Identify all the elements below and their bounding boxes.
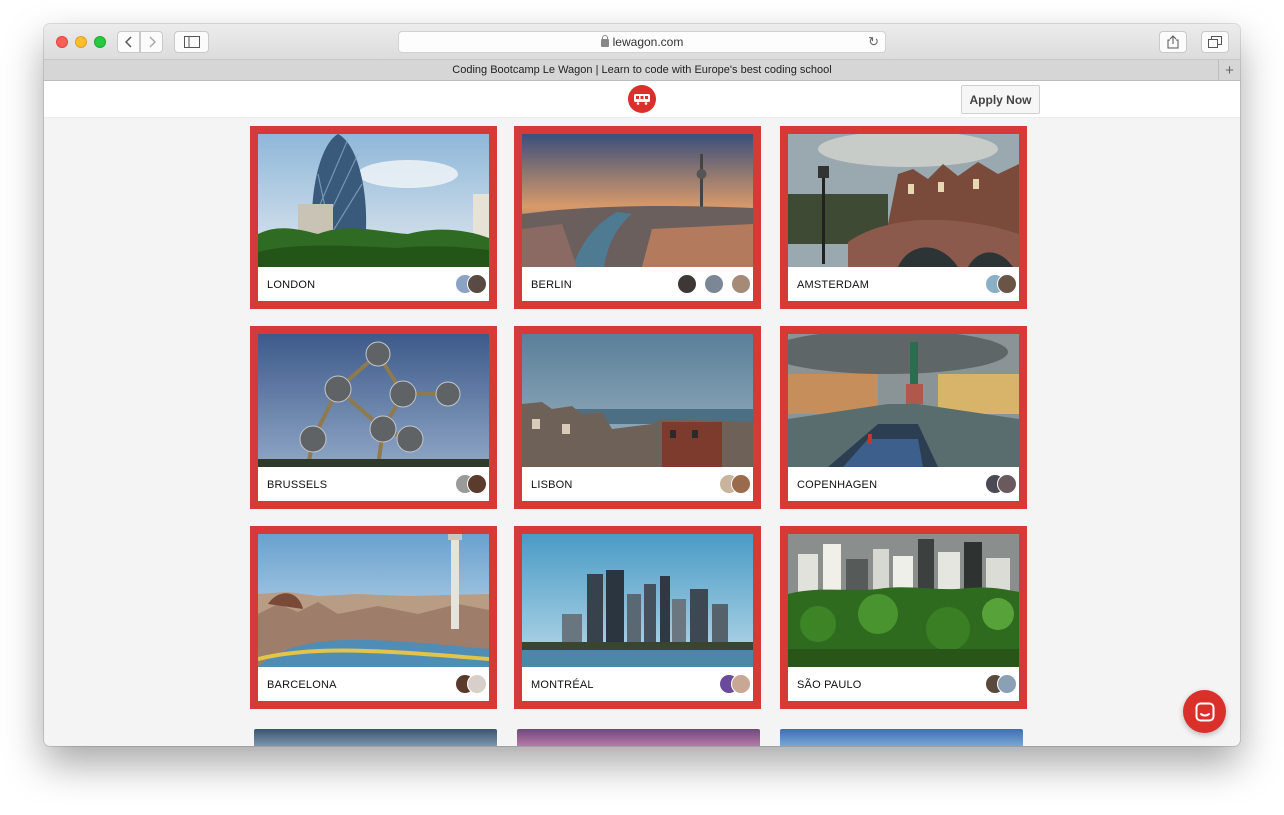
- site-navbar: Apply Now: [44, 81, 1240, 118]
- teacher-avatars: [719, 674, 751, 694]
- city-card-amsterdam[interactable]: AMSTERDAM: [780, 126, 1027, 309]
- city-name: SÃO PAULO: [797, 679, 862, 691]
- teacher-avatars: [985, 474, 1017, 494]
- url-text: lewagon.com: [612, 35, 684, 49]
- avatar: [997, 274, 1017, 294]
- browser-window: lewagon.com ↻ Coding Bootcamp Le Wagon |…: [44, 24, 1240, 746]
- city-card-brussels[interactable]: BRUSSELS: [250, 326, 497, 509]
- card-footer: LISBON: [522, 467, 753, 501]
- city-card-partial[interactable]: [780, 729, 1023, 746]
- card-footer: BARCELONA: [258, 667, 489, 701]
- card-footer: BERLIN: [522, 267, 753, 301]
- new-tab-button[interactable]: +: [1218, 60, 1240, 80]
- chevron-left-icon: [124, 36, 132, 48]
- share-button[interactable]: [1159, 31, 1187, 53]
- browser-toolbar: lewagon.com ↻: [44, 24, 1240, 60]
- city-name: BERLIN: [531, 279, 572, 291]
- avatar: [677, 274, 697, 294]
- city-photo: [522, 134, 753, 267]
- avatar: [731, 674, 751, 694]
- avatar: [731, 474, 751, 494]
- card-footer: AMSTERDAM: [788, 267, 1019, 301]
- card-footer: COPENHAGEN: [788, 467, 1019, 501]
- city-card-berlin[interactable]: BERLIN: [514, 126, 761, 309]
- card-footer: SÃO PAULO: [788, 667, 1019, 701]
- card-footer: BRUSSELS: [258, 467, 489, 501]
- chat-icon: [1195, 702, 1214, 721]
- show-tabs-button[interactable]: [1201, 31, 1229, 53]
- close-window-button[interactable]: [56, 36, 68, 48]
- city-card-montreal[interactable]: MONTRÉAL: [514, 526, 761, 709]
- teacher-avatars: [455, 674, 487, 694]
- avatar: [997, 474, 1017, 494]
- city-card-london[interactable]: LONDON: [250, 126, 497, 309]
- reload-icon[interactable]: ↻: [868, 34, 879, 50]
- avatar: [731, 274, 751, 294]
- city-photo: [788, 534, 1019, 667]
- city-photo: [788, 134, 1019, 267]
- avatar: [704, 274, 724, 294]
- city-photo: [788, 334, 1019, 467]
- apply-now-button[interactable]: Apply Now: [961, 85, 1040, 114]
- city-photo: [522, 534, 753, 667]
- avatar: [467, 474, 487, 494]
- teacher-avatars: [455, 474, 487, 494]
- zoom-window-button[interactable]: [94, 36, 106, 48]
- city-card-copenhagen[interactable]: COPENHAGEN: [780, 326, 1027, 509]
- tabs-icon: [1208, 36, 1222, 48]
- city-name: AMSTERDAM: [797, 279, 870, 291]
- city-name: BARCELONA: [267, 679, 337, 691]
- chat-launcher-button[interactable]: [1183, 690, 1226, 733]
- teacher-avatars: [719, 474, 751, 494]
- city-name: LISBON: [531, 479, 573, 491]
- card-footer: LONDON: [258, 267, 489, 301]
- city-card-lisbon[interactable]: LISBON: [514, 326, 761, 509]
- city-name: BRUSSELS: [267, 479, 328, 491]
- avatar: [997, 674, 1017, 694]
- teacher-avatars: [677, 274, 751, 294]
- city-card-sao-paulo[interactable]: SÃO PAULO: [780, 526, 1027, 709]
- le-wagon-logo[interactable]: [628, 85, 656, 113]
- share-icon: [1167, 35, 1179, 49]
- chevron-right-icon: [148, 36, 156, 48]
- tab-bar: Coding Bootcamp Le Wagon | Learn to code…: [44, 60, 1240, 81]
- city-photo: [522, 334, 753, 467]
- teacher-avatars: [455, 274, 487, 294]
- avatar: [467, 274, 487, 294]
- teacher-avatars: [985, 274, 1017, 294]
- city-name: COPENHAGEN: [797, 479, 878, 491]
- city-card-partial[interactable]: [254, 729, 497, 746]
- sidebar-icon: [183, 36, 200, 48]
- sidebar-toggle-button[interactable]: [174, 31, 209, 53]
- city-card-barcelona[interactable]: BARCELONA: [250, 526, 497, 709]
- teacher-avatars: [985, 674, 1017, 694]
- back-button[interactable]: [117, 31, 140, 53]
- city-photo: [258, 534, 489, 667]
- avatar: [467, 674, 487, 694]
- lock-icon: [600, 35, 609, 47]
- city-photo: [258, 334, 489, 467]
- forward-button[interactable]: [140, 31, 163, 53]
- minimize-window-button[interactable]: [75, 36, 87, 48]
- wagon-icon: [634, 94, 650, 105]
- city-photo: [258, 134, 489, 267]
- city-name: LONDON: [267, 279, 316, 291]
- city-name: MONTRÉAL: [531, 679, 594, 691]
- city-card-partial[interactable]: [517, 729, 760, 746]
- address-bar[interactable]: lewagon.com ↻: [398, 31, 886, 53]
- card-footer: MONTRÉAL: [522, 667, 753, 701]
- active-tab-title[interactable]: Coding Bootcamp Le Wagon | Learn to code…: [452, 64, 831, 76]
